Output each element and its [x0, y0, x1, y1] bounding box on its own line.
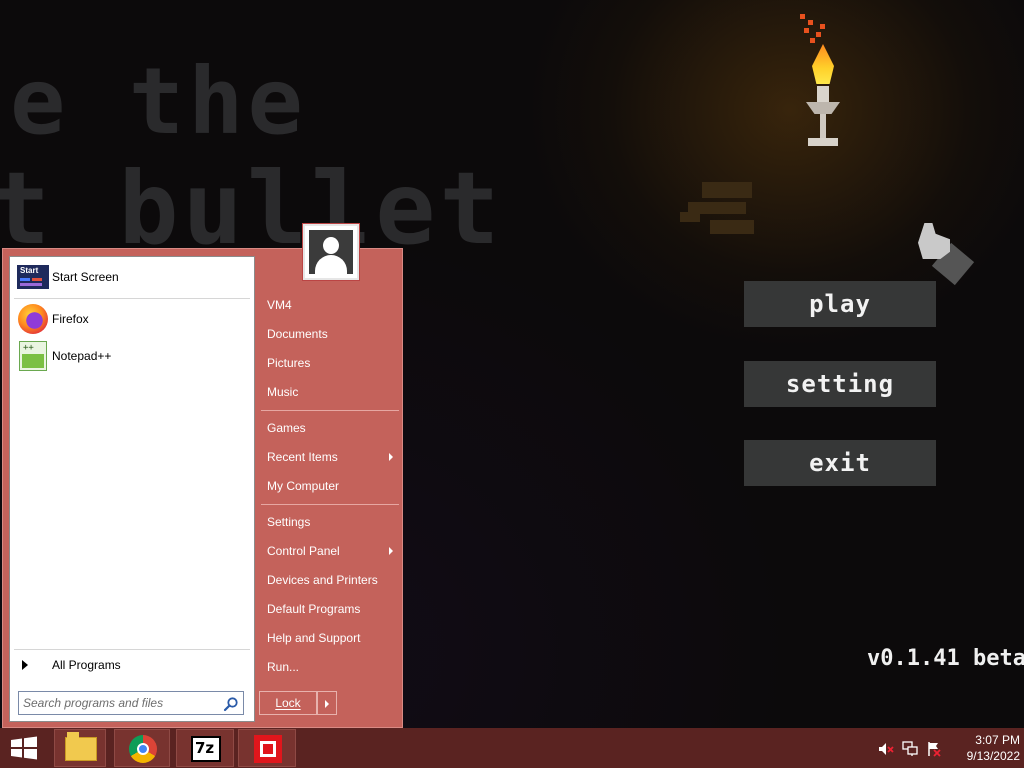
place-music[interactable]: Music — [261, 380, 399, 404]
place-documents[interactable]: Documents — [261, 322, 399, 346]
7zip-icon: 7z — [191, 736, 221, 762]
place-vm4[interactable]: VM4 — [261, 293, 399, 317]
program-label: Start Screen — [52, 270, 119, 284]
power-options-button[interactable] — [317, 691, 337, 715]
place-label: Recent Items — [267, 450, 338, 464]
place-games[interactable]: Games — [261, 416, 399, 440]
taskbar-file-explorer[interactable] — [54, 729, 106, 767]
taskbar-chrome[interactable] — [114, 729, 170, 767]
submenu-arrow-icon — [389, 547, 393, 555]
programs-pane: Start Start Screen Firefox ++ Notepad++ … — [9, 256, 255, 722]
place-control-panel[interactable]: Control Panel — [261, 539, 399, 563]
clock-time: 3:07 PM — [975, 733, 1020, 747]
place-run[interactable]: Run... — [261, 655, 399, 679]
taskbar-app[interactable] — [238, 729, 296, 767]
taskbar: 7z 3:07 PM 9/13/2022 — [0, 728, 1024, 768]
user-avatar[interactable] — [303, 224, 359, 280]
place-help-and-support[interactable]: Help and Support — [261, 626, 399, 650]
system-tray: 3:07 PM 9/13/2022 — [864, 728, 1024, 768]
user-icon — [309, 230, 353, 274]
divider — [261, 504, 399, 505]
folder-icon — [65, 732, 97, 761]
chevron-right-icon — [325, 700, 329, 708]
version-label: v0.1.41 beta — [867, 646, 1024, 671]
bullet-shells-sprite — [680, 180, 760, 240]
search-box[interactable] — [18, 691, 244, 715]
red-square-app-icon — [254, 735, 282, 763]
chrome-icon — [129, 735, 157, 763]
place-label: Control Panel — [267, 544, 340, 558]
divider — [14, 298, 250, 299]
divider — [261, 410, 399, 411]
exit-button[interactable]: exit — [744, 440, 936, 486]
program-label: Firefox — [52, 312, 89, 326]
submenu-arrow-icon — [389, 453, 393, 461]
program-notepad-plus-plus[interactable]: ++ Notepad++ — [10, 338, 254, 374]
program-firefox[interactable]: Firefox — [10, 301, 254, 337]
action-center-icon[interactable] — [926, 741, 942, 757]
search-icon[interactable] — [223, 696, 239, 712]
volume-muted-icon[interactable] — [878, 741, 894, 757]
triangle-right-icon — [22, 660, 28, 670]
program-label: Notepad++ — [52, 349, 112, 363]
taskbar-7zip[interactable]: 7z — [176, 729, 234, 767]
place-pictures[interactable]: Pictures — [261, 351, 399, 375]
torch-sprite — [790, 6, 860, 152]
place-settings[interactable]: Settings — [261, 510, 399, 534]
program-start-screen[interactable]: Start Start Screen — [10, 259, 254, 295]
play-button[interactable]: play — [744, 281, 936, 327]
place-default-programs[interactable]: Default Programs — [261, 597, 399, 621]
divider — [14, 649, 250, 650]
setting-button[interactable]: setting — [744, 361, 936, 407]
all-programs-label: All Programs — [52, 658, 121, 672]
clock[interactable]: 3:07 PM 9/13/2022 — [952, 732, 1020, 764]
clock-date: 9/13/2022 — [966, 749, 1020, 763]
place-devices-and-printers[interactable]: Devices and Printers — [261, 568, 399, 592]
notepad-plus-plus-icon: ++ — [19, 341, 47, 371]
place-recent-items[interactable]: Recent Items — [261, 445, 399, 469]
network-icon[interactable] — [902, 741, 918, 757]
start-button[interactable] — [0, 729, 48, 767]
pointer-hand-cursor — [912, 205, 975, 286]
windows-logo-icon — [11, 736, 37, 760]
search-input[interactable] — [23, 694, 219, 712]
all-programs-button[interactable]: All Programs — [10, 652, 254, 678]
game-title-line-1: e the — [10, 48, 307, 155]
start-screen-icon: Start — [17, 265, 49, 289]
start-menu: Start Start Screen Firefox ++ Notepad++ … — [2, 224, 403, 728]
place-my-computer[interactable]: My Computer — [261, 474, 399, 498]
firefox-icon — [18, 304, 48, 334]
lock-button[interactable]: Lock — [259, 691, 317, 715]
